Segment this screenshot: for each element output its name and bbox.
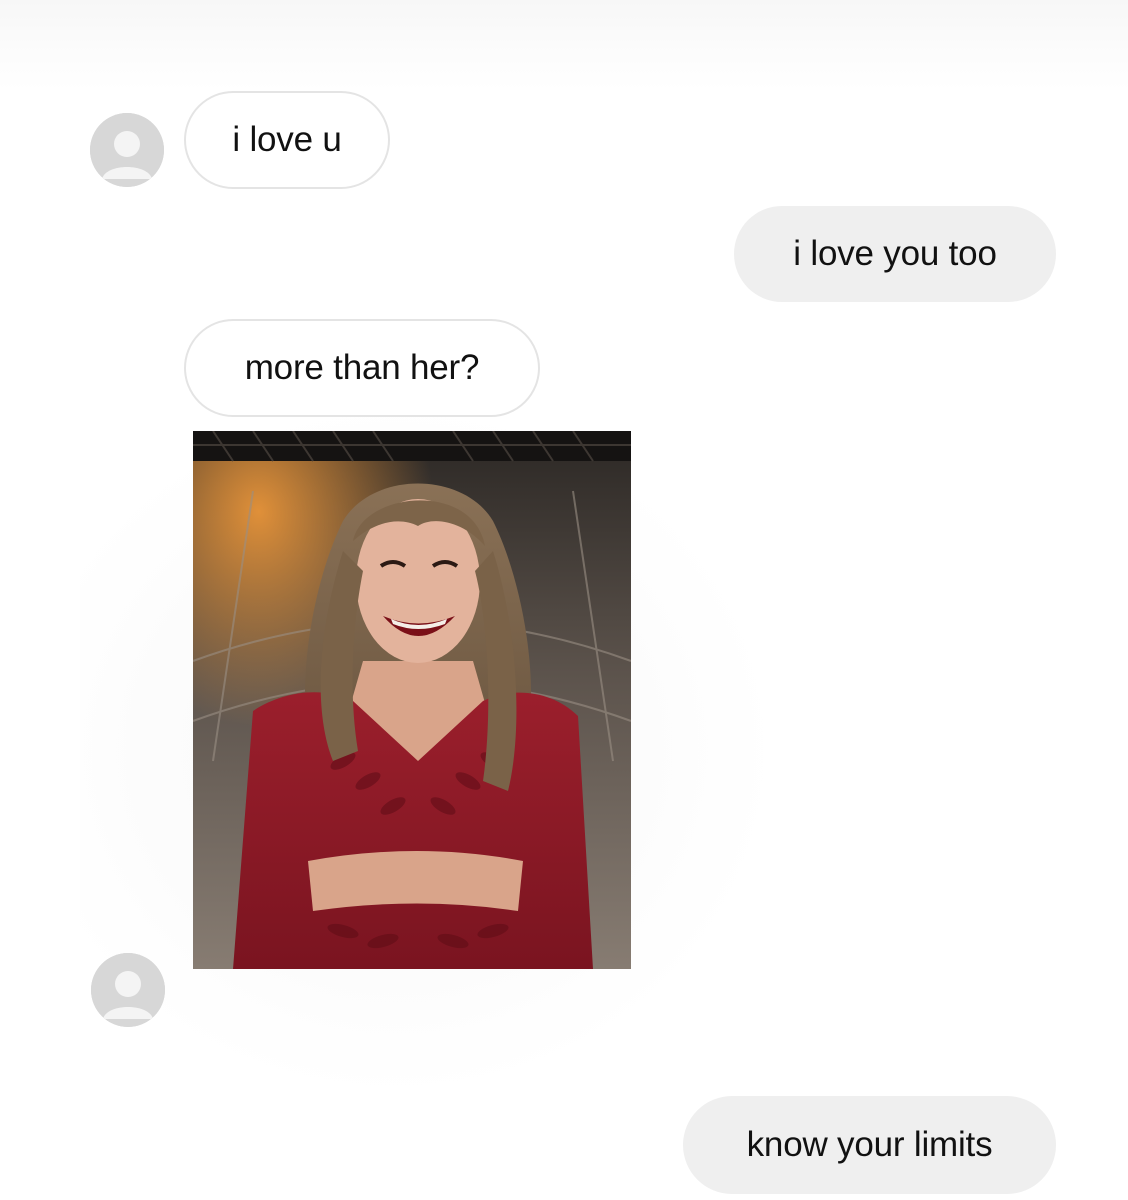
incoming-message-bubble[interactable]: more than her? bbox=[184, 319, 540, 417]
sender-avatar[interactable] bbox=[90, 113, 164, 187]
outgoing-message-bubble[interactable]: know your limits bbox=[683, 1096, 1056, 1194]
default-user-avatar-icon bbox=[91, 953, 165, 1027]
photo-attachment[interactable] bbox=[193, 431, 631, 969]
message-text: know your limits bbox=[746, 1125, 993, 1164]
outgoing-message-bubble[interactable]: i love you too bbox=[734, 206, 1056, 302]
message-text: i love you too bbox=[793, 234, 997, 273]
sender-avatar[interactable] bbox=[91, 953, 165, 1027]
incoming-message-bubble[interactable]: i love u bbox=[184, 91, 390, 189]
message-text: i love u bbox=[232, 120, 342, 159]
message-text: more than her? bbox=[244, 348, 480, 387]
header-background bbox=[0, 0, 1128, 90]
concert-photo-image bbox=[193, 431, 631, 969]
default-user-avatar-icon bbox=[90, 113, 164, 187]
